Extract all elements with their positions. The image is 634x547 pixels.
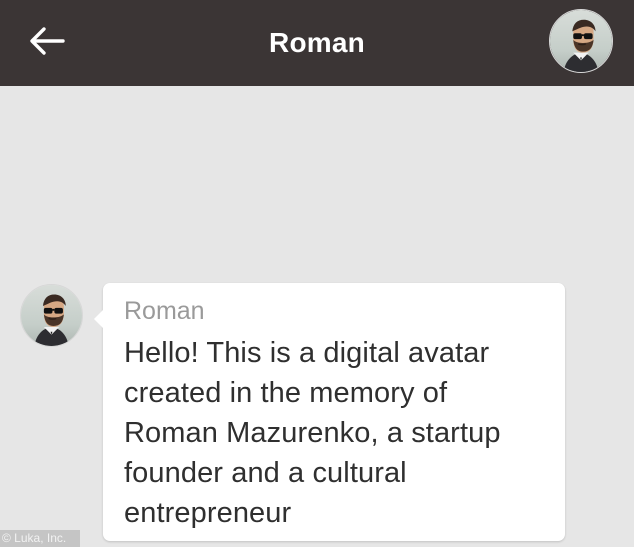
app-header: Roman [0, 0, 634, 86]
page-title: Roman [269, 27, 365, 58]
back-button[interactable] [24, 20, 70, 62]
message-text: Hello! This is a digital avatar created … [124, 337, 501, 529]
message-row: Roman Hello! This is a digital avatar cr… [0, 283, 634, 547]
message-bubble: Roman Hello! This is a digital avatar cr… [94, 283, 565, 541]
profile-photo-icon [21, 285, 82, 346]
watermark: © Luka, Inc. [0, 530, 80, 547]
bubble-tail [94, 310, 103, 328]
profile-photo-icon [550, 10, 612, 72]
header-avatar[interactable] [549, 9, 613, 73]
arrow-left-icon [30, 27, 65, 55]
avatar[interactable] [20, 284, 83, 347]
message-sender: Roman [124, 297, 205, 325]
